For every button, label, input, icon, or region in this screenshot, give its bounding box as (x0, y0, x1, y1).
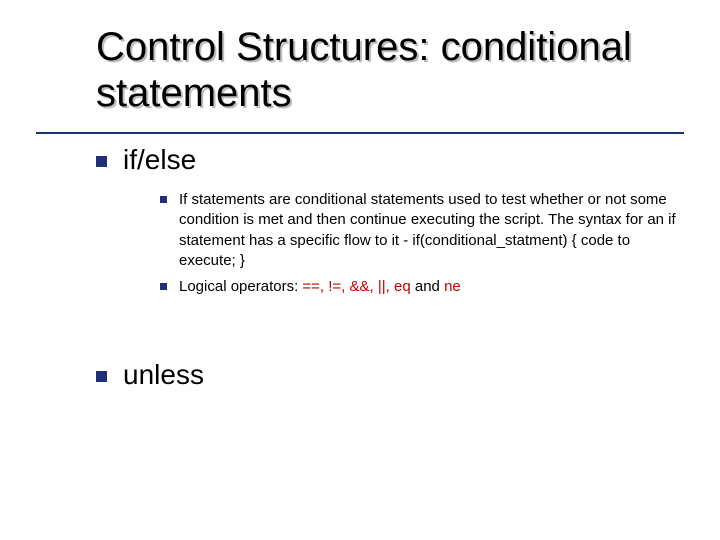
section-label: if/else (123, 144, 196, 176)
list-item: If statements are conditional statements… (160, 190, 680, 271)
square-bullet-icon (96, 371, 107, 382)
section-label: unless (123, 359, 204, 391)
ops-joiner: and (411, 278, 444, 295)
spacer (96, 303, 680, 333)
square-bullet-icon (160, 283, 167, 290)
square-bullet-icon (96, 156, 107, 167)
ops-prefix: Logical operators: (179, 278, 302, 295)
square-bullet-icon (160, 196, 167, 203)
ifelse-sublist: If statements are conditional statements… (160, 190, 680, 297)
title-underline (36, 132, 684, 134)
item-text: Logical operators: ==, !=, &&, ||, eq an… (179, 277, 461, 297)
item-text: If statements are conditional statements… (179, 190, 680, 271)
title-text: Control Structures: conditional statemen… (96, 25, 632, 115)
page-title: Control Structures: conditional statemen… (96, 24, 680, 116)
list-item: Logical operators: ==, !=, &&, ||, eq an… (160, 277, 680, 297)
section-unless: unless (96, 359, 680, 391)
slide: Control Structures: conditional statemen… (0, 0, 720, 540)
section-ifelse: if/else (96, 144, 680, 176)
ops-colored: ==, !=, &&, ||, eq (302, 278, 410, 295)
ops-last: ne (444, 278, 461, 295)
